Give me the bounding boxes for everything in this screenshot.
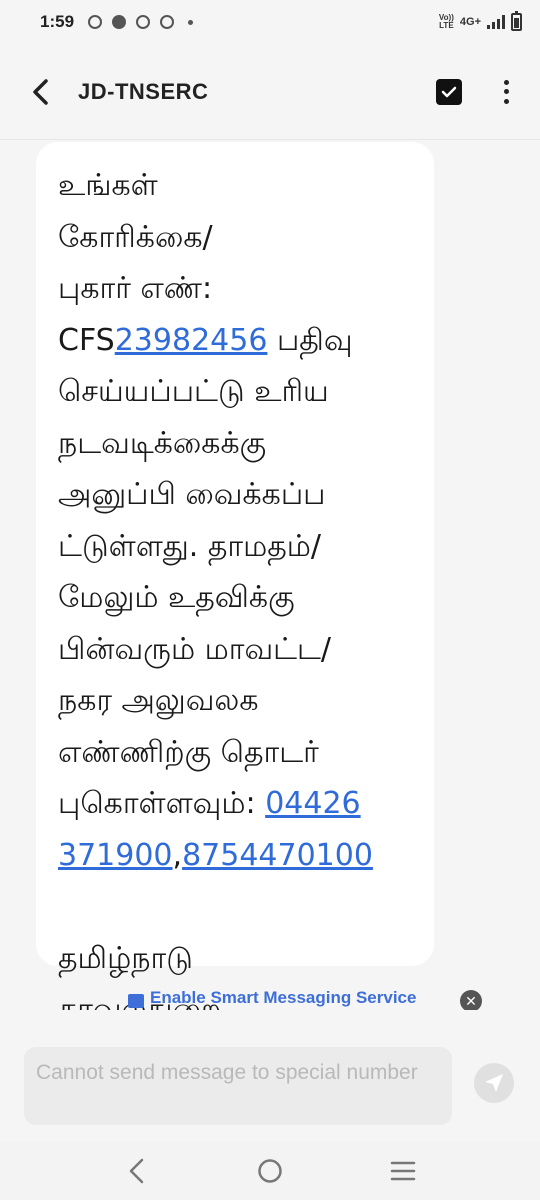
chrome-notification-icon: [160, 15, 175, 29]
checkmark-icon: [441, 86, 457, 97]
phone-number-link[interactable]: 04426: [265, 786, 360, 821]
message-line-contact: புகொள்ளவும்: 04426: [58, 778, 412, 830]
select-checkbox-button[interactable]: [436, 78, 462, 105]
message-line: எண்ணிற்கு தொடர்: [58, 734, 319, 770]
enable-smart-messaging-link[interactable]: Enable Smart Messaging Service: [128, 988, 416, 1008]
nav-back-button[interactable]: [117, 1151, 157, 1191]
volte-bottom: LTE: [439, 21, 454, 30]
app-header: JD-TNSERC: [0, 44, 540, 140]
signal-icon: [487, 15, 505, 29]
message-text: பதிவு: [267, 322, 353, 358]
message-line: அனுப்பி வைக்கப்ப: [58, 477, 326, 512]
conversation-title: JD-TNSERC: [78, 78, 209, 104]
close-icon: ✕: [465, 993, 477, 1009]
phone-number-link[interactable]: 8754470100: [182, 838, 373, 873]
battery-icon: [511, 11, 522, 31]
complaint-prefix: CFS: [58, 322, 115, 358]
send-button[interactable]: [474, 1063, 514, 1103]
sync-notification-icon: [136, 15, 151, 29]
complaint-number-link[interactable]: 23982456: [115, 323, 268, 358]
message-line-complaint: CFS23982456 பதிவு: [58, 315, 412, 367]
message-line: பின்வரும் மாவட்ட/: [58, 631, 332, 667]
nav-back-icon: [129, 1158, 143, 1184]
nav-recents-button[interactable]: [383, 1151, 423, 1191]
status-right: Vo)) LTE 4G+: [439, 11, 522, 31]
message-line: மேலும் உதவிக்கு: [58, 580, 295, 615]
message-line: தமிழ்நாடு: [58, 940, 193, 976]
volte-icon: Vo)) LTE: [439, 14, 454, 30]
chat-bubble-icon: [128, 994, 144, 1008]
message-bubble[interactable]: உங்கள் கோரிக்கை/ புகார் எண்: CFS23982456…: [36, 142, 434, 1027]
message-line: நகர அலுவலக: [58, 683, 259, 718]
network-type: 4G+: [459, 16, 481, 28]
message-line: உங்கள்: [58, 168, 158, 203]
message-line-phones: 371900,8754470100: [58, 830, 412, 882]
message-line: கோரிக்கை/: [58, 219, 213, 255]
back-button[interactable]: [30, 72, 70, 112]
nav-home-button[interactable]: [250, 1151, 290, 1191]
phone-number-link[interactable]: 371900: [58, 838, 173, 873]
composer-area: Cannot send message to special number: [0, 1010, 540, 1142]
message-line: புகார் எண்:: [58, 271, 213, 306]
close-banner-button[interactable]: ✕: [460, 990, 482, 1010]
app-notification-icon: [88, 15, 103, 29]
message-line: நடவடிக்கைக்கு: [58, 425, 267, 461]
message-input-disabled[interactable]: Cannot send message to special number: [24, 1047, 452, 1125]
header-actions: [436, 77, 516, 107]
banner-label: Enable Smart Messaging Service: [150, 988, 417, 1007]
separator-comma: ,: [172, 837, 183, 873]
more-options-button[interactable]: [496, 77, 516, 107]
message-text: புகொள்ளவும்:: [58, 786, 266, 821]
nav-menu-icon: [391, 1161, 416, 1181]
dot-icon: [503, 79, 509, 85]
system-nav-bar: [0, 1142, 540, 1200]
dot-icon: [503, 98, 509, 104]
send-icon: [485, 1074, 503, 1092]
status-time: 1:59: [40, 12, 75, 31]
dot-icon: [503, 89, 509, 94]
more-notifications-dot-icon: [188, 19, 194, 25]
status-left: 1:59: [40, 12, 194, 32]
messaging-notification-icon: [112, 15, 127, 29]
message-line: செய்யப்பட்டு உரிய: [58, 374, 329, 409]
nav-home-icon: [258, 1159, 282, 1183]
arrow-back-icon: [33, 78, 48, 105]
status-bar: 1:59 Vo)) LTE 4G+: [0, 0, 540, 44]
message-line: ட்டுள்ளது. தாமதம்/: [58, 528, 322, 564]
smart-messaging-banner: Enable Smart Messaging Service ✕: [0, 988, 540, 1010]
